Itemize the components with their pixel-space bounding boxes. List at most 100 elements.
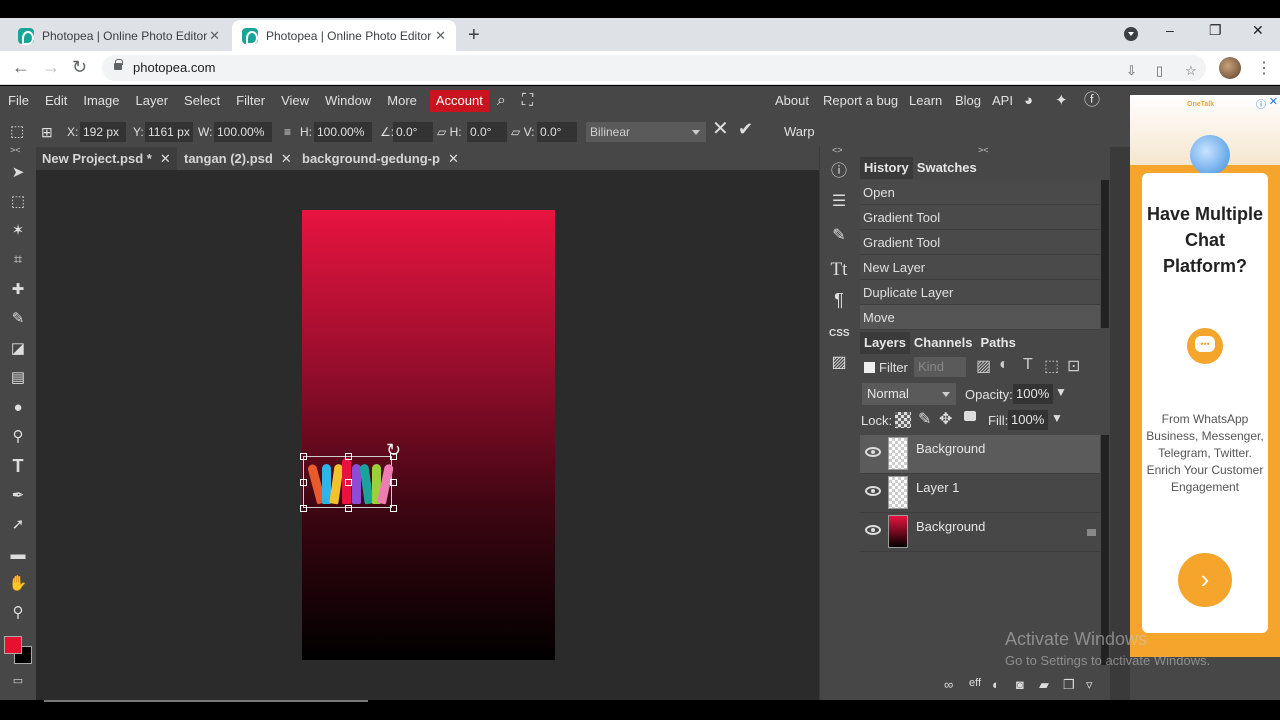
lock-transparency-icon[interactable] — [895, 412, 911, 428]
link-dimensions-icon[interactable]: ≡ — [284, 122, 291, 142]
kind-select[interactable]: Kind — [914, 357, 966, 377]
filter-smart-object-icon[interactable]: ⊡ — [1067, 356, 1080, 376]
ad-close-icon[interactable]: ✕ — [1269, 95, 1278, 108]
filter-adjustment-icon[interactable]: ◐ — [999, 356, 1009, 374]
reference-point-icon[interactable]: ⊞ — [41, 122, 53, 142]
menu-filter[interactable]: Filter — [228, 86, 273, 116]
adjustment-icon[interactable]: ◐ — [992, 677, 1000, 692]
close-icon[interactable]: ✕ — [448, 151, 459, 166]
back-icon[interactable]: ← — [12, 57, 30, 78]
folder-icon[interactable]: ▰ — [1039, 677, 1049, 693]
history-item[interactable]: Gradient Tool — [860, 230, 1100, 255]
tab-paths[interactable]: Paths — [976, 332, 1019, 354]
cancel-transform-icon[interactable]: ✕ — [712, 119, 729, 139]
filter-image-icon[interactable]: ▨ — [976, 356, 991, 376]
browser-tab[interactable]: Photopea | Online Photo Editor ✕ — [8, 20, 230, 51]
layer-row[interactable]: Background — [860, 435, 1100, 474]
vskew-field[interactable]: 0.0° — [537, 122, 577, 142]
new-layer-icon[interactable]: ❒ — [1063, 677, 1075, 693]
advertisement[interactable]: OneTalk ⓘ ✕ Have Multiple Chat Platform?… — [1130, 95, 1280, 657]
minimize-button[interactable]: – — [1166, 22, 1174, 38]
w-field[interactable]: 100.00% — [214, 122, 272, 142]
close-window-button[interactable]: ✕ — [1252, 22, 1264, 39]
transform-handle[interactable] — [300, 453, 307, 460]
transform-bounding-box[interactable] — [300, 453, 397, 512]
filter-shape-icon[interactable]: ⬚ — [1044, 356, 1059, 376]
tab-close-icon[interactable]: ✕ — [209, 28, 220, 44]
blur-tool-icon[interactable]: ● — [8, 398, 28, 418]
move-tool-icon[interactable]: ➤ — [8, 163, 28, 183]
css-icon[interactable]: CSS — [829, 324, 850, 344]
tab-swatches[interactable]: Swatches — [913, 157, 981, 179]
mask-icon[interactable]: ◙ — [1016, 677, 1024, 692]
page-icon[interactable]: ▯ — [1156, 63, 1163, 79]
reddit-icon[interactable]: ◕ — [1024, 86, 1033, 116]
h-field[interactable]: 100.00% — [314, 122, 372, 142]
facebook-icon[interactable]: ⓕ — [1084, 86, 1100, 116]
foreground-color-swatch[interactable] — [4, 636, 22, 654]
link-report-bug[interactable]: Report a bug — [823, 86, 898, 116]
link-blog[interactable]: Blog — [955, 86, 981, 116]
trash-icon[interactable]: ▿ — [1086, 677, 1093, 693]
history-item[interactable]: Open — [860, 180, 1100, 205]
menu-window[interactable]: Window — [317, 86, 379, 116]
link-about[interactable]: About — [775, 86, 809, 116]
shape-tool-icon[interactable]: ▬ — [8, 545, 28, 565]
visibility-eye-icon[interactable] — [865, 525, 881, 535]
lock-icon[interactable] — [114, 59, 123, 70]
brush-settings-icon[interactable]: ✎ — [829, 226, 849, 246]
gradient-tool-icon[interactable]: ▤ — [8, 368, 28, 388]
transform-handle[interactable] — [345, 479, 352, 486]
transform-handle[interactable] — [345, 505, 352, 512]
account-button[interactable]: Account — [429, 90, 489, 112]
profile-avatar[interactable] — [1219, 57, 1241, 79]
transform-handle[interactable] — [390, 479, 397, 486]
menu-layer[interactable]: Layer — [128, 86, 177, 116]
menu-view[interactable]: View — [273, 86, 317, 116]
history-scrollbar[interactable] — [1101, 180, 1109, 328]
omnibox[interactable]: photopea.com ⇩ ▯ ☆ — [102, 55, 1206, 81]
bookmark-star-icon[interactable]: ☆ — [1185, 63, 1197, 79]
transform-handle[interactable] — [300, 505, 307, 512]
tab-channels[interactable]: Channels — [910, 332, 977, 354]
interpolation-select[interactable]: Bilinear — [586, 122, 706, 142]
history-item-current[interactable]: Move — [860, 305, 1100, 330]
install-icon[interactable]: ⇩ — [1126, 63, 1137, 79]
fill-field[interactable]: 100% — [1008, 410, 1048, 430]
fill-dropdown-icon[interactable]: ▼ — [1051, 411, 1063, 425]
transform-handle[interactable] — [300, 479, 307, 486]
tab-layers[interactable]: Layers — [860, 332, 910, 354]
transform-handle[interactable] — [345, 453, 352, 460]
lock-position-icon[interactable]: ✥ — [939, 409, 952, 429]
lock-all-icon[interactable] — [964, 411, 976, 421]
character-icon[interactable]: Tt — [829, 260, 849, 280]
forward-icon[interactable]: → — [42, 57, 60, 78]
visibility-eye-icon[interactable] — [865, 447, 881, 457]
x-field[interactable]: 192 px — [80, 122, 126, 142]
tab-close-icon[interactable]: ✕ — [435, 28, 446, 44]
hand-tool-icon[interactable]: ✋ — [8, 574, 28, 594]
tab-history[interactable]: History — [860, 157, 913, 179]
visibility-eye-icon[interactable] — [865, 486, 881, 496]
menu-more[interactable]: More — [379, 86, 425, 116]
link-api[interactable]: API — [992, 86, 1013, 116]
zoom-tool-icon[interactable]: ⚲ — [8, 603, 28, 623]
tab-search-icon[interactable] — [1124, 27, 1138, 41]
ad-next-button[interactable]: › — [1178, 553, 1232, 607]
hskew-field[interactable]: 0.0° — [467, 122, 507, 142]
doc-tab[interactable]: tangan (2).psd ✕ — [178, 147, 298, 170]
menu-file[interactable]: File — [0, 86, 37, 116]
dodge-tool-icon[interactable]: ⚲ — [8, 427, 28, 447]
type-tool-icon[interactable]: T — [8, 456, 28, 476]
doc-tab[interactable]: background-gedung-p ✕ — [296, 147, 465, 170]
y-field[interactable]: 1161 px — [145, 122, 193, 142]
filter-checkbox[interactable] — [864, 362, 875, 373]
panel-expand-toggle[interactable]: <> — [832, 145, 843, 155]
layer-row[interactable]: Background — [860, 513, 1100, 552]
paragraph-icon[interactable]: ¶ — [829, 290, 849, 310]
close-icon[interactable]: ✕ — [160, 151, 171, 166]
reload-icon[interactable]: ↻ — [72, 57, 87, 78]
healing-brush-icon[interactable]: ✚ — [8, 280, 28, 300]
workspace-scrollbar[interactable] — [44, 700, 368, 702]
ad-card[interactable]: Have Multiple Chat Platform? From WhatsA… — [1142, 173, 1268, 633]
